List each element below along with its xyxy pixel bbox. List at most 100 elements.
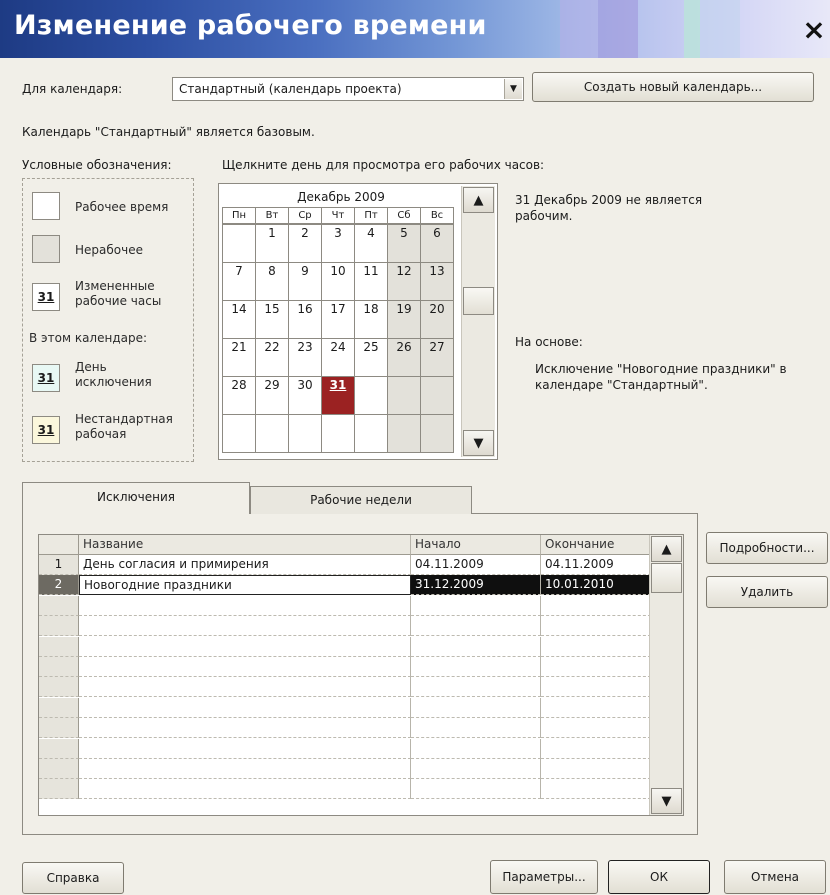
cell-start[interactable] — [411, 657, 541, 677]
cell-end[interactable] — [541, 718, 651, 739]
calendar-day[interactable]: 3 — [321, 224, 355, 263]
header-start[interactable]: Начало — [411, 535, 541, 555]
table-row-empty[interactable] — [39, 636, 651, 657]
calendar-day[interactable]: 9 — [288, 262, 322, 301]
cell-end[interactable] — [541, 616, 651, 637]
cell-num[interactable] — [39, 779, 79, 800]
cell-end[interactable] — [541, 595, 651, 616]
calendar-day[interactable]: 10 — [321, 262, 355, 301]
calendar-day[interactable]: 4 — [354, 224, 388, 263]
cell-name[interactable] — [79, 697, 411, 718]
params-button[interactable]: Параметры... — [490, 860, 598, 894]
table-row-empty[interactable] — [39, 657, 651, 677]
cell-num[interactable] — [39, 718, 79, 739]
cell-end[interactable] — [541, 759, 651, 779]
calendar-day[interactable]: 19 — [387, 300, 421, 339]
cell-num[interactable] — [39, 657, 79, 677]
cell-start[interactable] — [411, 697, 541, 718]
calendar-day[interactable]: 24 — [321, 338, 355, 377]
cell-name[interactable] — [79, 595, 411, 616]
cell-name[interactable] — [79, 759, 411, 779]
cell-num[interactable] — [39, 636, 79, 657]
calendar-day[interactable]: 22 — [255, 338, 289, 377]
calendar-day[interactable]: 11 — [354, 262, 388, 301]
table-row-empty[interactable] — [39, 595, 651, 616]
calendar-day[interactable]: 8 — [255, 262, 289, 301]
calendar-day[interactable]: 16 — [288, 300, 322, 339]
cell-end[interactable] — [541, 738, 651, 759]
ok-button[interactable]: ОК — [608, 860, 710, 894]
cell-end[interactable] — [541, 677, 651, 698]
cell-name[interactable]: Новогодние праздники — [79, 575, 411, 596]
calendar-day[interactable]: 14 — [222, 300, 256, 339]
calendar-day[interactable]: 25 — [354, 338, 388, 377]
calendar-day[interactable]: 7 — [222, 262, 256, 301]
cell-num[interactable] — [39, 738, 79, 759]
cell-end[interactable]: 04.11.2009 — [541, 555, 651, 575]
cell-name[interactable] — [79, 636, 411, 657]
table-row-empty[interactable] — [39, 697, 651, 718]
cell-end[interactable]: 10.01.2010 — [541, 575, 651, 596]
cell-end[interactable] — [541, 779, 651, 800]
cell-start[interactable] — [411, 636, 541, 657]
cell-num[interactable] — [39, 759, 79, 779]
table-row-empty[interactable] — [39, 738, 651, 759]
calendar-day[interactable]: 12 — [387, 262, 421, 301]
details-button[interactable]: Подробности... — [706, 532, 828, 564]
calendar-day[interactable]: 1 — [255, 224, 289, 263]
cell-start[interactable]: 31.12.2009 — [411, 575, 541, 596]
calendar-day[interactable]: 23 — [288, 338, 322, 377]
cell-name[interactable] — [79, 677, 411, 698]
table-row-empty[interactable] — [39, 759, 651, 779]
table-row[interactable]: 2 Новогодние праздники 31.12.2009 10.01.201… — [39, 575, 651, 596]
calendar-day[interactable]: 30 — [288, 376, 322, 415]
cell-start[interactable] — [411, 616, 541, 637]
calendar-day[interactable]: 27 — [420, 338, 454, 377]
cell-name[interactable] — [79, 738, 411, 759]
table-row-empty[interactable] — [39, 616, 651, 637]
scroll-thumb[interactable] — [463, 287, 494, 315]
scroll-thumb[interactable] — [651, 563, 682, 593]
cell-num[interactable] — [39, 616, 79, 637]
create-calendar-button[interactable]: Создать новый календарь... — [532, 72, 814, 102]
calendar-day[interactable]: 18 — [354, 300, 388, 339]
cell-num[interactable] — [39, 697, 79, 718]
calendar-day[interactable]: 28 — [222, 376, 256, 415]
month-calendar[interactable]: Декабрь 2009 Пн Вт Ср Чт Пт Сб Вс 1 2 3 4 5 6 7 8 9 10 1… — [218, 183, 498, 460]
calendar-day[interactable]: 2 — [288, 224, 322, 263]
calendar-day[interactable]: 6 — [420, 224, 454, 263]
calendar-scrollbar[interactable]: ▲ ▼ — [461, 186, 495, 457]
calendar-day[interactable]: 20 — [420, 300, 454, 339]
header-name[interactable]: Название — [79, 535, 411, 555]
close-button[interactable]: × — [798, 14, 830, 48]
calendar-day[interactable]: 31 — [321, 376, 355, 415]
header-end[interactable]: Окончание — [541, 535, 651, 555]
cell-num[interactable] — [39, 595, 79, 616]
calendar-day[interactable]: 26 — [387, 338, 421, 377]
cell-end[interactable] — [541, 657, 651, 677]
cell-name[interactable] — [79, 657, 411, 677]
cell-start[interactable] — [411, 718, 541, 739]
help-button[interactable]: Справка — [22, 862, 124, 894]
cell-start[interactable] — [411, 738, 541, 759]
cell-end[interactable] — [541, 697, 651, 718]
cell-num[interactable] — [39, 677, 79, 698]
calendar-select[interactable]: Стандартный (календарь проекта) ▼ — [172, 77, 524, 101]
cell-name[interactable] — [79, 718, 411, 739]
table-scrollbar[interactable]: ▲ ▼ — [649, 535, 683, 815]
calendar-day[interactable]: 5 — [387, 224, 421, 263]
calendar-day[interactable]: 21 — [222, 338, 256, 377]
cell-num[interactable]: 2 — [39, 575, 79, 596]
table-row-empty[interactable] — [39, 718, 651, 739]
table-row-empty[interactable] — [39, 779, 651, 800]
tab-exceptions[interactable]: Исключения — [22, 482, 250, 514]
cell-end[interactable] — [541, 636, 651, 657]
cell-name[interactable] — [79, 779, 411, 800]
cell-start[interactable] — [411, 595, 541, 616]
table-row[interactable]: 1 День согласия и примирения 04.11.2009 04.… — [39, 555, 651, 575]
calendar-day[interactable]: 15 — [255, 300, 289, 339]
cell-start[interactable]: 04.11.2009 — [411, 555, 541, 575]
cell-start[interactable] — [411, 759, 541, 779]
cell-num[interactable]: 1 — [39, 555, 79, 575]
cell-name[interactable]: День согласия и примирения — [79, 555, 411, 575]
